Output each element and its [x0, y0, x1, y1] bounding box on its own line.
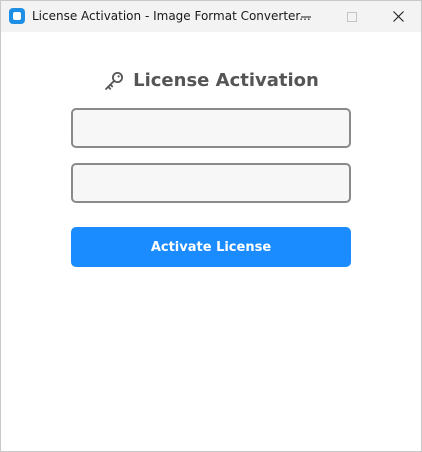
- page-title: License Activation: [1, 68, 421, 94]
- license-key-field[interactable]: [71, 108, 351, 148]
- app-icon: [9, 8, 25, 24]
- activate-license-button[interactable]: Activate License: [71, 227, 351, 267]
- maximize-button[interactable]: [329, 1, 375, 32]
- close-icon: [392, 11, 404, 22]
- license-activation-window: License Activation - Image Format Conver…: [0, 0, 422, 452]
- close-button[interactable]: [375, 1, 421, 32]
- title-bar[interactable]: License Activation - Image Format Conver…: [1, 1, 421, 32]
- license-detail-field[interactable]: [71, 163, 351, 203]
- minimize-button[interactable]: [283, 1, 329, 32]
- window-title: License Activation - Image Format Conver…: [32, 9, 311, 23]
- key-icon: [103, 70, 125, 92]
- maximize-icon: [347, 11, 357, 22]
- minimize-icon: [301, 16, 311, 17]
- activation-panel: License Activation Activate License: [1, 32, 421, 451]
- heading-text: License Activation: [133, 70, 319, 91]
